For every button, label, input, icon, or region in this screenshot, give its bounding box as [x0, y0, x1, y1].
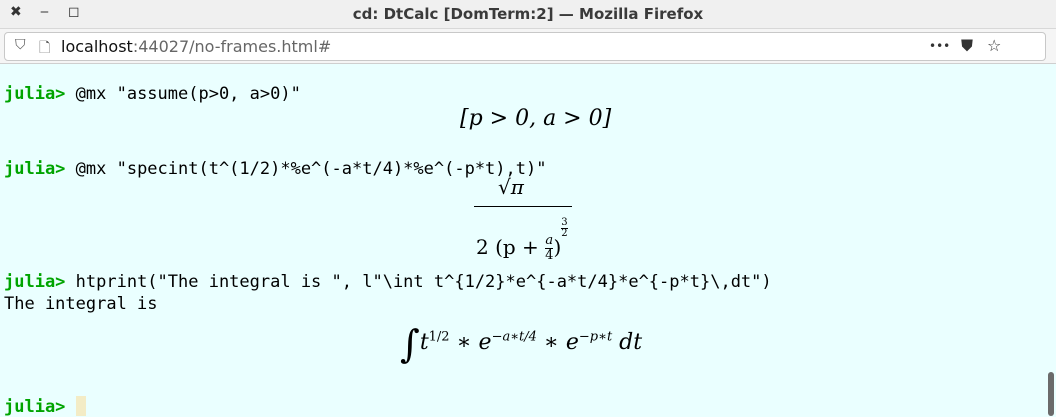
math-t: t — [419, 330, 429, 355]
command-line-2: julia> @mx "specint(t^(1/2)*%e^(-a*t/4)*… — [4, 159, 546, 179]
shield-icon[interactable]: ⛉ — [15, 37, 26, 53]
fraction-numerator: √π — [498, 175, 524, 199]
fraction-bar — [474, 206, 572, 207]
page-icon[interactable]: 🗋 — [39, 37, 50, 61]
multiply-1: ∗ — [449, 330, 479, 355]
command-text: @mx "specint(t^(1/2)*%e^(-a*t/4)*%e^(-p*… — [65, 159, 547, 179]
url-text[interactable]: localhost:44027/no-frames.html# — [61, 37, 331, 56]
url-path: :44027/no-frames.html# — [132, 37, 332, 56]
window-title: cd: DtCalc [DomTerm:2] — Mozilla Firefox — [352, 5, 704, 23]
exponent-denominator: 2 — [561, 228, 568, 239]
e2-exponent: −p∗t — [578, 329, 613, 345]
text-cursor[interactable] — [75, 396, 86, 416]
integral-sign: ∫ — [400, 322, 420, 366]
command-text: @mx "assume(p>0, a>0)" — [65, 84, 301, 104]
math-output-integral: ∫t1/2 ∗ e−a∗t/4 ∗ e−p∗t dt — [400, 322, 642, 366]
exponent-fraction: 32 — [561, 218, 568, 239]
output-text-line: The integral is — [4, 294, 158, 314]
math-e1: e — [478, 330, 492, 355]
terminal[interactable]: julia> @mx "assume(p>0, a>0)" [p > 0, a … — [0, 64, 1046, 417]
more-icon[interactable]: ••• — [929, 39, 950, 53]
multiply-2: ∗ — [536, 330, 566, 355]
prompt: julia> — [4, 397, 66, 417]
prompt: julia> — [4, 159, 66, 179]
command-line-1: julia> @mx "assume(p>0, a>0)" — [4, 84, 301, 104]
differential-dt: dt — [612, 330, 643, 355]
t-exponent: 1/2 — [428, 329, 450, 345]
navigation-bar: ⛉ 🗋 localhost:44027/no-frames.html# ••• … — [0, 29, 1056, 64]
url-host: localhost — [61, 37, 133, 56]
scrollbar-thumb[interactable] — [1048, 372, 1054, 416]
star-icon[interactable]: ☆ — [987, 36, 1001, 55]
e1-exponent: −a∗t/4 — [491, 329, 537, 345]
math-output-assume: [p > 0, a > 0] — [460, 106, 612, 131]
denominator-close: ) — [553, 235, 562, 259]
prompt: julia> — [4, 272, 66, 292]
pocket-icon[interactable]: ⛊ — [961, 36, 973, 56]
window-titlebar: ✖ ‒ ◻ cd: DtCalc [DomTerm:2] — Mozilla F… — [0, 0, 1056, 29]
math-e2: e — [565, 330, 579, 355]
url-box[interactable]: ⛉ 🗋 localhost:44027/no-frames.html# ••• … — [4, 32, 1046, 61]
command-line-3: julia> htprint("The integral is ", l"\in… — [4, 272, 772, 292]
command-text: htprint("The integral is ", l"\int t^{1/… — [65, 272, 772, 292]
denominator-prefix: 2 (p + — [476, 235, 546, 259]
prompt: julia> — [4, 84, 66, 104]
current-prompt-line[interactable]: julia> — [4, 396, 86, 417]
fraction-denominator: 2 (p + a 4) 3 2 — [476, 218, 568, 263]
